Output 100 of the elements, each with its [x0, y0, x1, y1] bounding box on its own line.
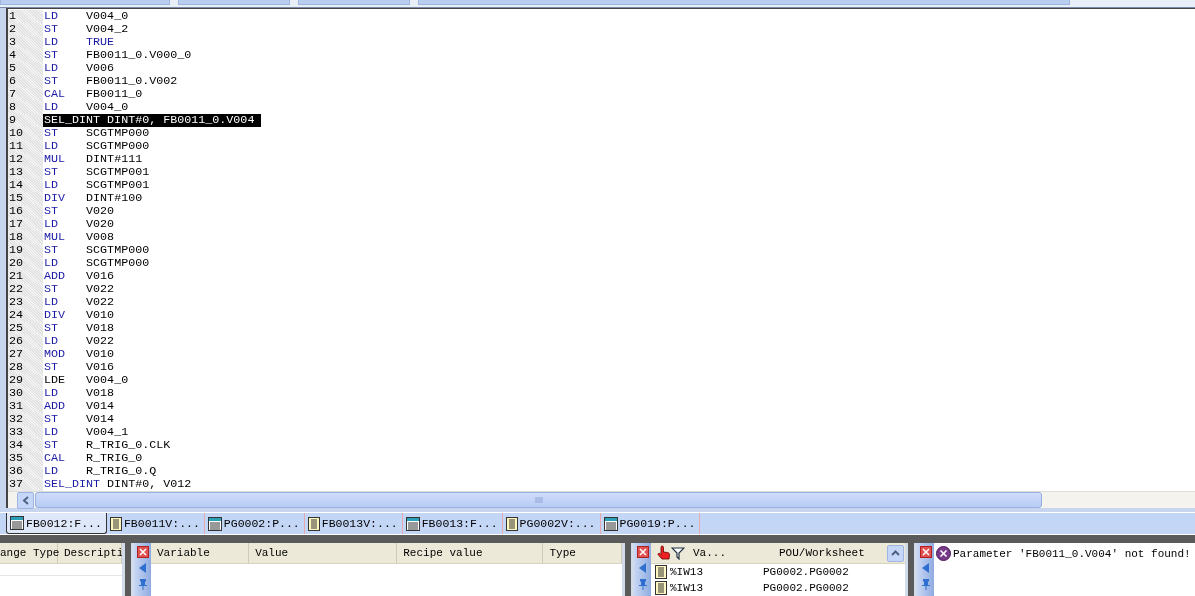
code-line: ADD V014	[43, 400, 115, 413]
variable-name: %IW13	[670, 566, 704, 578]
code-line: DIV DINT#100	[43, 192, 143, 205]
error-message: Parameter 'FB0011_0.V004' not found!	[953, 547, 1191, 560]
line-number: 11	[8, 140, 43, 153]
document-icon	[655, 565, 667, 579]
line-number: 9	[8, 114, 43, 127]
code-line: ST V004_2	[43, 23, 129, 36]
code-line: MUL V008	[43, 231, 115, 244]
column-header[interactable]: ange Type	[0, 543, 58, 563]
code-line: ST FB0011_0.V002	[43, 75, 178, 88]
column-header[interactable]: Type	[543, 543, 622, 563]
error-icon	[936, 546, 951, 561]
document-tab[interactable]: PG0002:P...	[204, 513, 305, 534]
line-number: 7	[8, 88, 43, 101]
code-line: ST FB0011_0.V000_0	[43, 49, 192, 62]
line-number: 21	[8, 270, 43, 283]
column-header[interactable]: Variable	[151, 543, 250, 563]
document-tab[interactable]: FB0011V:...	[106, 513, 205, 534]
line-number: 16	[8, 205, 43, 218]
line-number: 24	[8, 309, 43, 322]
line-number: 5	[8, 62, 43, 75]
line-number: 4	[8, 49, 43, 62]
scroll-up-icon	[891, 550, 900, 556]
line-number: 8	[8, 101, 43, 114]
pou-location: PG0002.PG0002	[763, 566, 849, 578]
code-line: ST V022	[43, 283, 115, 296]
line-number: 17	[8, 218, 43, 231]
code-line: LD V004_0	[43, 10, 129, 23]
document-icon	[109, 516, 122, 531]
document-tab[interactable]: FB0013:F...	[402, 513, 503, 534]
document-tab[interactable]: FB0013V:...	[304, 513, 403, 534]
left-arrow-icon	[638, 563, 647, 573]
hand-pointer-icon	[657, 545, 671, 561]
line-number: 32	[8, 413, 43, 426]
filter-icon	[671, 546, 685, 560]
line-number: 23	[8, 296, 43, 309]
code-line: MOD V010	[43, 348, 115, 361]
pin-icon	[637, 578, 648, 590]
document-tab[interactable]: PG0002V:...	[502, 513, 601, 534]
pin-icon	[920, 578, 931, 590]
line-number: 6	[8, 75, 43, 88]
document-tab[interactable]: PG0019:P...	[600, 513, 701, 534]
line-number: 3	[8, 36, 43, 49]
code-line: LD V018	[43, 387, 115, 400]
line-number: 27	[8, 348, 43, 361]
code-line: LD V004_0	[43, 101, 129, 114]
code-line: ST SCGTMP001	[43, 166, 150, 179]
column-header[interactable]: Descripti	[58, 543, 122, 563]
code-line: LD V004_1	[43, 426, 129, 439]
line-number: 31	[8, 400, 43, 413]
code-line: LDE V004_0	[43, 374, 129, 387]
code-line: ST V018	[43, 322, 115, 335]
code-line: LD R_TRIG_0.Q	[43, 465, 157, 478]
column-header[interactable]: Recipe value	[397, 543, 544, 563]
line-number: 25	[8, 322, 43, 335]
line-number: 34	[8, 439, 43, 452]
code-line: LD V020	[43, 218, 115, 231]
code-line: CAL R_TRIG_0	[43, 452, 143, 465]
document-icon	[307, 516, 320, 531]
document-tab[interactable]: FB0012:F...	[6, 513, 107, 534]
line-number: 35	[8, 452, 43, 465]
line-number: 29	[8, 374, 43, 387]
line-number: 26	[8, 335, 43, 348]
document-icon	[505, 516, 518, 531]
line-number: 30	[8, 387, 43, 400]
code-line: ST V016	[43, 361, 115, 374]
code-line: ADD V016	[43, 270, 115, 283]
code-line: LD V006	[43, 62, 115, 75]
code-line: ST SCGTMP000	[43, 244, 150, 257]
line-number: 37	[8, 478, 43, 491]
code-line: ST SCGTMP000	[43, 127, 150, 140]
code-line: LD SCGTMP000	[43, 140, 150, 153]
line-number: 33	[8, 426, 43, 439]
column-header[interactable]: Va...	[685, 543, 749, 563]
code-line: SEL_DINT DINT#0, V012	[43, 478, 192, 491]
column-header[interactable]: POU/Worksheet	[749, 543, 879, 563]
code-line: ST V014	[43, 413, 115, 426]
line-number: 14	[8, 179, 43, 192]
line-number: 2	[8, 23, 43, 36]
line-number: 1	[8, 10, 43, 23]
line-number: 18	[8, 231, 43, 244]
code-line: LD TRUE	[43, 36, 115, 49]
line-number: 20	[8, 257, 43, 270]
horizontal-scrollbar[interactable]	[8, 491, 1195, 508]
document-icon	[655, 581, 667, 595]
close-icon	[136, 546, 149, 558]
code-line: LD V022	[43, 335, 115, 348]
left-arrow-icon	[138, 563, 147, 573]
line-number: 22	[8, 283, 43, 296]
code-line: ST R_TRIG_0.CLK	[43, 439, 171, 452]
pou-location: PG0002.PG0002	[763, 582, 849, 594]
code-line: DIV V010	[43, 309, 115, 322]
line-number: 19	[8, 244, 43, 257]
line-number: 28	[8, 361, 43, 374]
column-header[interactable]: Value	[249, 543, 398, 563]
table-icon	[207, 516, 222, 531]
code-line: LD SCGTMP001	[43, 179, 150, 192]
code-line: LD V022	[43, 296, 115, 309]
grip-icon	[534, 497, 543, 503]
